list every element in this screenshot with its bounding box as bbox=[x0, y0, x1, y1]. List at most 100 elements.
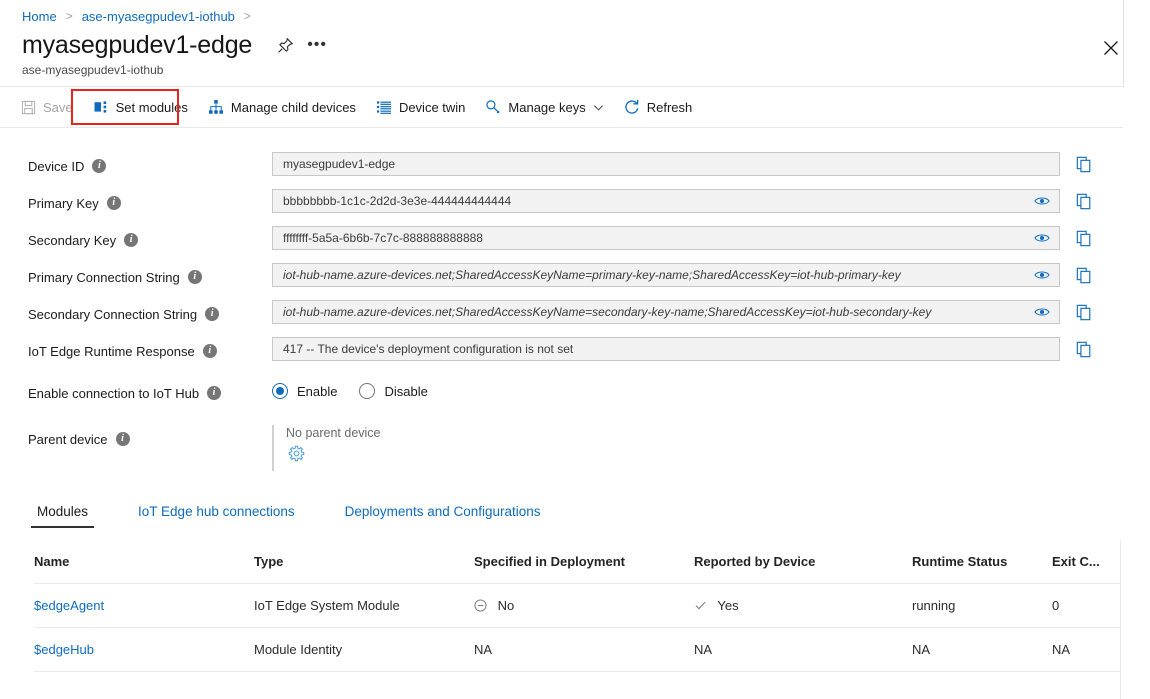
module-link[interactable]: $edgeHub bbox=[34, 642, 94, 657]
manage-child-devices-label: Manage child devices bbox=[231, 100, 356, 115]
cell-runtime-status: NA bbox=[912, 642, 1052, 657]
column-header-name[interactable]: Name bbox=[34, 554, 254, 569]
module-link[interactable]: $edgeAgent bbox=[34, 598, 104, 613]
gear-icon[interactable] bbox=[288, 445, 306, 463]
device-id-label: Device ID bbox=[28, 159, 84, 174]
info-icon[interactable]: i bbox=[92, 159, 106, 173]
radio-enable-label: Enable bbox=[297, 384, 337, 399]
save-icon-svg bbox=[21, 100, 36, 115]
breadcrumb-separator: > bbox=[244, 10, 251, 22]
primary-connection-string-input[interactable]: iot-hub-name.azure-devices.net;SharedAcc… bbox=[272, 263, 1060, 287]
info-icon[interactable]: i bbox=[203, 344, 217, 358]
more-options-icon[interactable]: ••• bbox=[306, 35, 328, 55]
info-icon[interactable]: i bbox=[124, 233, 138, 247]
copy-icon[interactable] bbox=[1074, 191, 1094, 211]
primary-connection-string-label: Primary Connection String bbox=[28, 270, 180, 285]
secondary-connection-string-value: iot-hub-name.azure-devices.net;SharedAcc… bbox=[283, 305, 1033, 319]
refresh-button[interactable]: Refresh bbox=[615, 92, 702, 122]
secondary-key-value: ffffffff-5a5a-6b6b-7c7c-888888888888 bbox=[283, 231, 1033, 245]
refresh-icon bbox=[624, 99, 640, 115]
cell-reported-value: Yes bbox=[717, 598, 738, 613]
list-icon-svg bbox=[376, 99, 392, 115]
secondary-connection-string-label: Secondary Connection String bbox=[28, 307, 197, 322]
primary-key-input[interactable]: bbbbbbbb-1c1c-2d2d-3e3e-444444444444 bbox=[272, 189, 1060, 213]
cell-module-name: $edgeAgent bbox=[34, 598, 254, 613]
manage-keys-button[interactable]: Manage keys bbox=[476, 92, 612, 122]
cell-exit-code: 0 bbox=[1052, 598, 1120, 613]
breadcrumb-separator: > bbox=[66, 10, 73, 22]
copy-icon-svg bbox=[1076, 193, 1093, 210]
secondary-key-input[interactable]: ffffffff-5a5a-6b6b-7c7c-888888888888 bbox=[272, 226, 1060, 250]
copy-icon[interactable] bbox=[1074, 265, 1094, 285]
runtime-response-label: IoT Edge Runtime Response bbox=[28, 344, 195, 359]
info-icon[interactable]: i bbox=[107, 196, 121, 210]
column-header-exit-code[interactable]: Exit C... bbox=[1052, 554, 1120, 569]
info-icon[interactable]: i bbox=[207, 386, 221, 400]
chevron-down-icon-svg bbox=[593, 102, 604, 113]
copy-icon[interactable] bbox=[1074, 154, 1094, 174]
panel-right-edge bbox=[1123, 0, 1124, 87]
breadcrumb-item-iothub[interactable]: ase-myasegpudev1-iothub bbox=[82, 9, 235, 24]
parent-device-label: Parent device bbox=[28, 432, 108, 447]
info-icon[interactable]: i bbox=[205, 307, 219, 321]
set-modules-button[interactable]: Set modules bbox=[84, 92, 197, 122]
copy-icon[interactable] bbox=[1074, 228, 1094, 248]
cell-specified-value: No bbox=[498, 598, 515, 613]
copy-icon[interactable] bbox=[1074, 302, 1094, 322]
form-row-primary-key: Primary Key i bbbbbbbb-1c1c-2d2d-3e3e-44… bbox=[0, 189, 1123, 226]
close-icon-svg bbox=[1103, 40, 1119, 56]
runtime-response-control: 417 -- The device's deployment configura… bbox=[272, 337, 1094, 361]
modules-table: Name Type Specified in Deployment Report… bbox=[34, 540, 1120, 672]
parent-device-control: No parent device bbox=[272, 425, 381, 471]
cell-module-name: $edgeHub bbox=[34, 642, 254, 657]
circle-minus-icon bbox=[474, 599, 487, 612]
tab-iot-edge-hub-connections[interactable]: IoT Edge hub connections bbox=[135, 504, 298, 528]
radio-disable-label: Disable bbox=[384, 384, 427, 399]
info-icon[interactable]: i bbox=[116, 432, 130, 446]
parent-device-value: No parent device bbox=[286, 425, 381, 441]
pin-icon[interactable] bbox=[274, 34, 296, 56]
title-row: myasegpudev1-edge ••• bbox=[22, 30, 328, 60]
device-twin-button[interactable]: Device twin bbox=[367, 92, 474, 122]
tab-deployments-and-configurations[interactable]: Deployments and Configurations bbox=[342, 504, 544, 528]
manage-child-devices-button[interactable]: Manage child devices bbox=[199, 92, 365, 122]
runtime-response-input[interactable]: 417 -- The device's deployment configura… bbox=[272, 337, 1060, 361]
eye-icon[interactable] bbox=[1033, 267, 1051, 283]
tab-iot-edge-hub-connections-label: IoT Edge hub connections bbox=[138, 504, 295, 519]
secondary-key-label-wrap: Secondary Key i bbox=[0, 226, 272, 250]
radio-enable[interactable]: Enable bbox=[272, 383, 337, 399]
save-button[interactable]: Save bbox=[12, 92, 82, 122]
hierarchy-icon bbox=[208, 99, 224, 115]
eye-icon[interactable] bbox=[1033, 304, 1051, 320]
enable-connection-radio-group: Enable Disable bbox=[272, 379, 450, 403]
copy-icon[interactable] bbox=[1074, 339, 1094, 359]
manage-keys-label: Manage keys bbox=[508, 100, 585, 115]
table-right-border bbox=[1120, 540, 1121, 699]
radio-enable-dot bbox=[272, 383, 288, 399]
eye-icon-svg bbox=[1034, 195, 1050, 207]
save-button-label: Save bbox=[43, 100, 73, 115]
device-id-input[interactable]: myasegpudev1-edge bbox=[272, 152, 1060, 176]
secondary-connection-string-input[interactable]: iot-hub-name.azure-devices.net;SharedAcc… bbox=[272, 300, 1060, 324]
refresh-icon-svg bbox=[624, 99, 640, 115]
copy-icon-svg bbox=[1076, 230, 1093, 247]
table-header-row: Name Type Specified in Deployment Report… bbox=[34, 540, 1120, 584]
breadcrumb-item-home[interactable]: Home bbox=[22, 9, 57, 24]
tab-modules[interactable]: Modules bbox=[34, 504, 91, 528]
device-form: Device ID i myasegpudev1-edge bbox=[0, 128, 1123, 481]
set-modules-icon bbox=[93, 99, 109, 115]
eye-icon[interactable] bbox=[1033, 193, 1051, 209]
close-icon[interactable] bbox=[1099, 36, 1123, 60]
radio-disable[interactable]: Disable bbox=[359, 383, 427, 399]
column-header-type[interactable]: Type bbox=[254, 554, 474, 569]
info-icon[interactable]: i bbox=[188, 270, 202, 284]
table-row[interactable]: $edgeAgent IoT Edge System Module No bbox=[34, 584, 1120, 628]
column-header-specified-in-deployment[interactable]: Specified in Deployment bbox=[474, 554, 694, 569]
cell-module-type: Module Identity bbox=[254, 642, 474, 657]
column-header-reported-by-device[interactable]: Reported by Device bbox=[694, 554, 912, 569]
table-row[interactable]: $edgeHub Module Identity NA NA NA NA bbox=[34, 628, 1120, 672]
runtime-response-label-wrap: IoT Edge Runtime Response i bbox=[0, 337, 272, 361]
cell-reported-by-device: Yes bbox=[694, 598, 912, 613]
column-header-runtime-status[interactable]: Runtime Status bbox=[912, 554, 1052, 569]
eye-icon[interactable] bbox=[1033, 230, 1051, 246]
